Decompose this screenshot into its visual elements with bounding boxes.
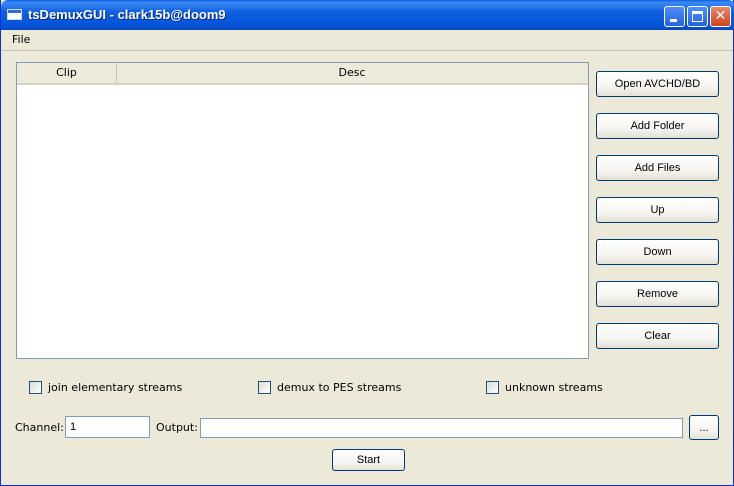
maximize-button[interactable] (687, 6, 708, 27)
join-streams-option[interactable]: join elementary streams (29, 379, 182, 395)
output-label: Output: (156, 421, 198, 434)
minimize-icon (670, 19, 677, 22)
up-button[interactable]: Up (596, 197, 719, 223)
pes-streams-option[interactable]: demux to PES streams (258, 379, 401, 395)
join-streams-label: join elementary streams (48, 380, 183, 394)
unknown-streams-label: unknown streams (505, 380, 603, 394)
app-window-icon (7, 9, 22, 20)
main-window: tsDemuxGUI - clark15b@doom9 ✕ File Clip … (0, 0, 734, 486)
clear-button[interactable]: Clear (596, 323, 719, 349)
column-header-clip[interactable]: Clip (17, 63, 117, 83)
channel-label: Channel: (15, 421, 64, 434)
minimize-button[interactable] (664, 6, 685, 27)
down-button[interactable]: Down (596, 239, 719, 265)
browse-output-button[interactable]: ... (689, 415, 719, 440)
pes-streams-label: demux to PES streams (277, 380, 402, 394)
pes-streams-checkbox[interactable] (258, 380, 271, 394)
list-header: Clip Desc (17, 63, 588, 85)
title-bar[interactable]: tsDemuxGUI - clark15b@doom9 ✕ (1, 0, 734, 30)
add-folder-button[interactable]: Add Folder (596, 113, 719, 139)
menu-bar: File (2, 30, 733, 51)
channel-field[interactable]: 1 (65, 416, 150, 438)
unknown-streams-option[interactable]: unknown streams (486, 379, 603, 395)
close-button[interactable]: ✕ (710, 6, 731, 27)
output-field[interactable] (200, 418, 683, 438)
add-files-button[interactable]: Add Files (596, 155, 719, 181)
start-button[interactable]: Start (332, 449, 405, 471)
menu-file[interactable]: File (12, 33, 30, 46)
window-title: tsDemuxGUI - clark15b@doom9 (28, 7, 226, 22)
close-icon: ✕ (714, 8, 727, 24)
maximize-icon (692, 11, 703, 22)
unknown-streams-checkbox[interactable] (486, 380, 499, 394)
clip-list[interactable]: Clip Desc (16, 62, 589, 359)
remove-button[interactable]: Remove (596, 281, 719, 307)
join-streams-checkbox[interactable] (29, 380, 42, 394)
open-avchd-bd-button[interactable]: Open AVCHD/BD (596, 71, 719, 97)
column-header-desc[interactable]: Desc (117, 63, 587, 83)
